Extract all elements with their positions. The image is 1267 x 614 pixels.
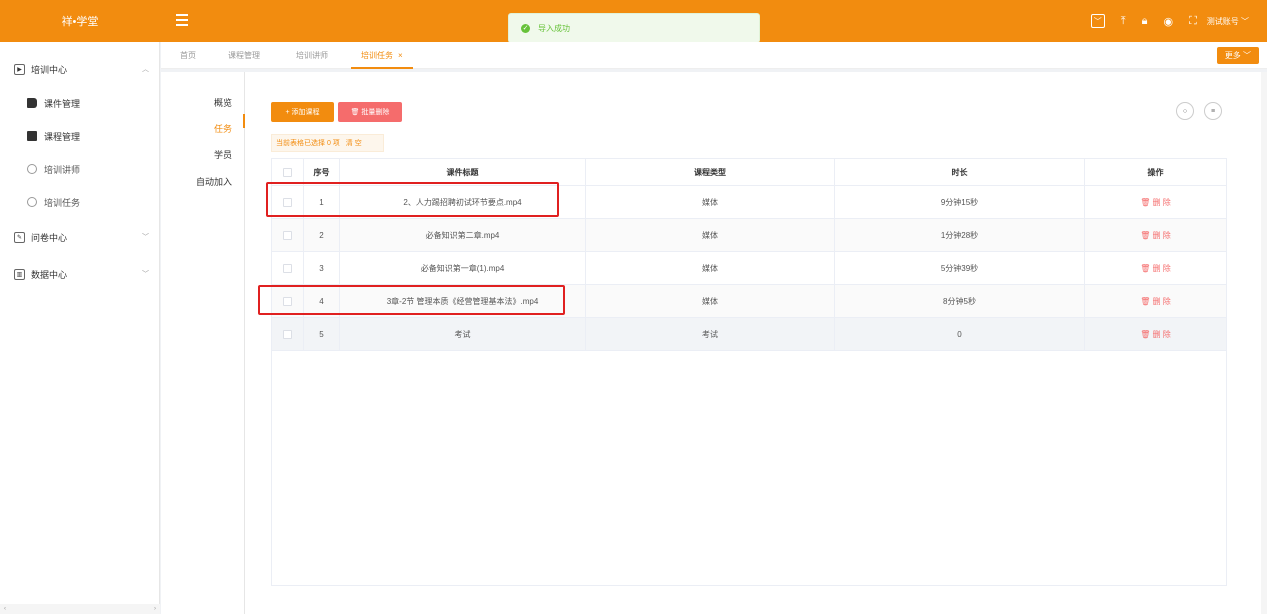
lecturer-icon: [27, 164, 37, 174]
refresh-icon[interactable]: ○: [1176, 102, 1194, 120]
top-header: 祥•学堂 ✓ 导入成功 ﹀ ⤒ 🔒︎ ◉ ⛶ 测试账号 ﹀: [0, 0, 1267, 43]
table-row: 5 考试 考试 0 🗑 删 除: [272, 318, 1226, 351]
chevron-down-icon: ﹀: [142, 234, 149, 241]
row-type: 媒体: [586, 252, 835, 284]
header-duration: 时长: [835, 159, 1085, 185]
menu-toggle-icon[interactable]: [176, 14, 188, 26]
book-icon: [27, 98, 37, 108]
row-duration: 8分钟5秒: [835, 285, 1085, 317]
row-duration: 0: [835, 318, 1085, 350]
row-checkbox[interactable]: [283, 230, 292, 240]
close-icon[interactable]: ×: [398, 51, 403, 60]
delete-button[interactable]: 🗑 删 除: [1140, 230, 1171, 241]
batch-delete-button[interactable]: 🗑 批量删除: [338, 102, 402, 122]
table-row: 3 必备知识第一章(1).mp4 媒体 5分钟39秒 🗑 删 除: [272, 252, 1226, 285]
delete-button[interactable]: 🗑 删 除: [1140, 197, 1171, 208]
delete-button[interactable]: 🗑 删 除: [1140, 296, 1171, 307]
success-toast: ✓ 导入成功: [508, 13, 760, 43]
chevron-down-icon: ﹀: [142, 271, 149, 278]
scroll-right-icon[interactable]: ›: [154, 606, 156, 612]
chart-icon: ▥: [14, 268, 25, 280]
selection-info: 当前表格已选择 0 项 清 空: [271, 134, 384, 152]
toast-message: 导入成功: [538, 23, 570, 33]
sidebar-item-label: 培训讲师: [44, 164, 81, 175]
main-content: 概览 任务 学员 自动加入 + 添加课程 🗑 批量删除 ○ ≡ 当前表格已选择 …: [161, 72, 1267, 614]
row-checkbox[interactable]: [283, 329, 292, 339]
row-no: 5: [304, 318, 340, 350]
content-scrollbar[interactable]: [1261, 72, 1267, 614]
subnav-tasks[interactable]: 任务: [214, 122, 232, 135]
tab-lecturer[interactable]: 培训讲师: [296, 42, 328, 69]
subnav-auto-join[interactable]: 自动加入: [196, 175, 232, 188]
row-no: 3: [304, 252, 340, 284]
chevron-up-icon: ︿: [142, 66, 149, 73]
clock-icon: [27, 197, 37, 207]
tab-label: 培训任务: [361, 51, 393, 60]
check-circle-icon: ✓: [521, 23, 530, 33]
sidebar-group-label: 培训中心: [31, 64, 68, 75]
row-type: 媒体: [586, 285, 835, 317]
clear-selection-link[interactable]: 清 空: [346, 138, 362, 148]
sidebar-item-label: 培训任务: [44, 197, 81, 208]
eye-icon[interactable]: ◉: [1163, 15, 1173, 28]
tab-bar: 首页 课程管理 培训讲师 培训任务 × 更多 ﹀: [161, 42, 1267, 69]
subnav-students[interactable]: 学员: [214, 148, 232, 161]
books-icon: [27, 131, 37, 141]
sidebar-scrollbar[interactable]: ‹ ›: [0, 604, 160, 614]
sidebar-item-training-task[interactable]: 培训任务: [27, 194, 80, 210]
highlight-box-row4: [258, 285, 565, 315]
sidebar-item-label: 课程管理: [44, 131, 81, 142]
more-button[interactable]: 更多 ﹀: [1216, 47, 1259, 64]
delete-button[interactable]: 🗑 删 除: [1140, 329, 1171, 340]
sidebar-group-label: 数据中心: [31, 269, 68, 280]
sidebar-group-label: 问卷中心: [31, 232, 68, 243]
selection-count: 当前表格已选择 0 项: [276, 140, 340, 147]
header-operation: 操作: [1147, 167, 1164, 177]
row-type: 媒体: [586, 219, 835, 251]
row-title: 必备知识第一章(1).mp4: [340, 252, 586, 284]
add-course-button[interactable]: + 添加课程: [271, 102, 334, 122]
scroll-left-icon[interactable]: ‹: [4, 606, 6, 612]
tab-home[interactable]: 首页: [180, 42, 196, 69]
sidebar-group-training[interactable]: ▶ 培训中心 ︿: [14, 61, 149, 77]
sub-navigation: 概览 任务 学员 自动加入: [161, 72, 245, 614]
row-duration: 9分钟15秒: [835, 186, 1085, 218]
header-type: 课程类型: [586, 159, 835, 185]
subnav-overview[interactable]: 概览: [214, 96, 232, 109]
upload-icon[interactable]: ⤒: [1121, 15, 1126, 28]
sidebar-item-courseware[interactable]: 课件管理: [27, 95, 80, 111]
fullscreen-icon[interactable]: ⛶: [1189, 15, 1197, 28]
dropdown-box-icon[interactable]: ﹀: [1090, 14, 1105, 28]
course-table: 序号 课件标题 课程类型 时长 操作 1 2、人力踢招聘初试环节要点.mp4 媒…: [271, 158, 1227, 586]
header-actions: ﹀ ⤒ 🔒︎ ◉ ⛶ 测试账号 ﹀: [1075, 0, 1249, 42]
select-all-checkbox[interactable]: [283, 167, 292, 177]
table-row: 2 必备知识第二章.mp4 媒体 1分钟28秒 🗑 删 除: [272, 219, 1226, 252]
filter-icon[interactable]: ≡: [1204, 102, 1222, 120]
row-type: 考试: [586, 318, 835, 350]
row-no: 2: [304, 219, 340, 251]
sidebar-item-lecturer[interactable]: 培训讲师: [27, 161, 80, 177]
training-icon: ▶: [14, 63, 25, 75]
row-title: 考试: [340, 318, 586, 350]
sidebar-item-label: 课件管理: [44, 98, 81, 109]
account-menu[interactable]: 测试账号 ﹀: [1207, 16, 1249, 27]
row-checkbox[interactable]: [283, 263, 292, 273]
sidebar: ▶ 培训中心 ︿ 课件管理 课程管理 培训讲师 培训任务 ✎ 问卷中心 ﹀ ▥ …: [0, 42, 160, 614]
row-title: 必备知识第二章.mp4: [340, 219, 586, 251]
row-type: 媒体: [586, 186, 835, 218]
row-duration: 1分钟28秒: [835, 219, 1085, 251]
delete-button[interactable]: 🗑 删 除: [1140, 263, 1171, 274]
sidebar-item-course-management[interactable]: 课程管理: [27, 128, 80, 144]
survey-icon: ✎: [14, 231, 25, 243]
sidebar-group-survey[interactable]: ✎ 问卷中心 ﹀: [14, 229, 149, 245]
active-indicator: [243, 114, 245, 128]
sidebar-group-data[interactable]: ▥ 数据中心 ﹀: [14, 266, 149, 282]
tab-course-management[interactable]: 课程管理: [228, 42, 260, 69]
tab-training-task[interactable]: 培训任务 ×: [351, 42, 413, 69]
highlight-box-row1: [266, 182, 559, 217]
app-logo[interactable]: 祥•学堂: [0, 0, 160, 42]
row-duration: 5分钟39秒: [835, 252, 1085, 284]
lock-icon[interactable]: 🔒︎: [1142, 15, 1148, 28]
